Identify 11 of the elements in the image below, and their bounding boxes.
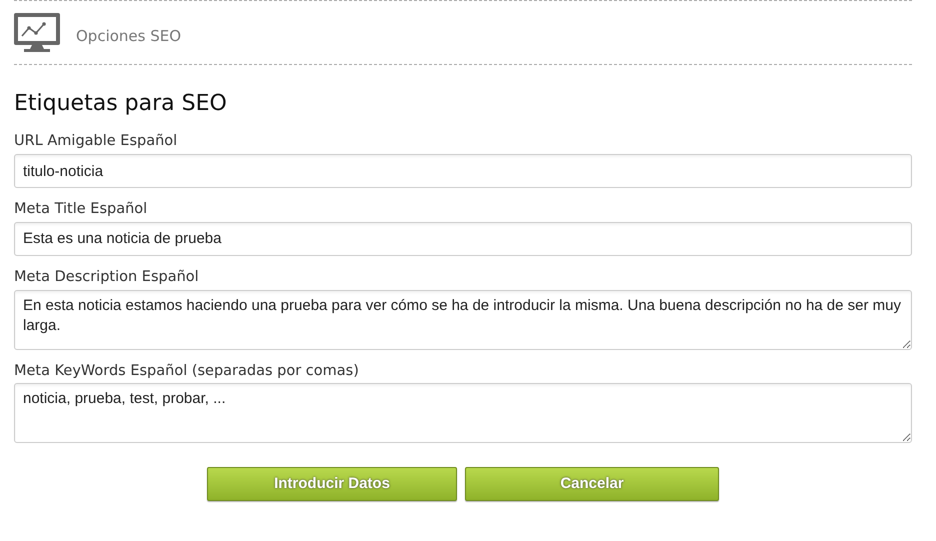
field-label: Meta Title Español [14, 200, 148, 220]
field-label: URL Amigable Español [14, 132, 178, 152]
section-title: Opciones SEO [76, 26, 182, 48]
input-field[interactable]: titulo-noticia [14, 154, 912, 188]
form-heading: Etiquetas para SEO [14, 91, 228, 118]
field-label: Meta KeyWords Español (separadas por comas) [14, 362, 360, 381]
text-area[interactable]: En esta noticia estamos haciendo una prueba para ver cómo se ha de introducir la misma. Una buena descripción no ha de ser muy larga. [14, 290, 912, 350]
field-label: Meta Description Español [14, 268, 200, 287]
text-area[interactable]: noticia, prueba, test, probar, ... [14, 383, 912, 444]
monitor-chart-icon [14, 12, 60, 52]
input-field[interactable]: Esta es una noticia de prueba [14, 222, 912, 256]
